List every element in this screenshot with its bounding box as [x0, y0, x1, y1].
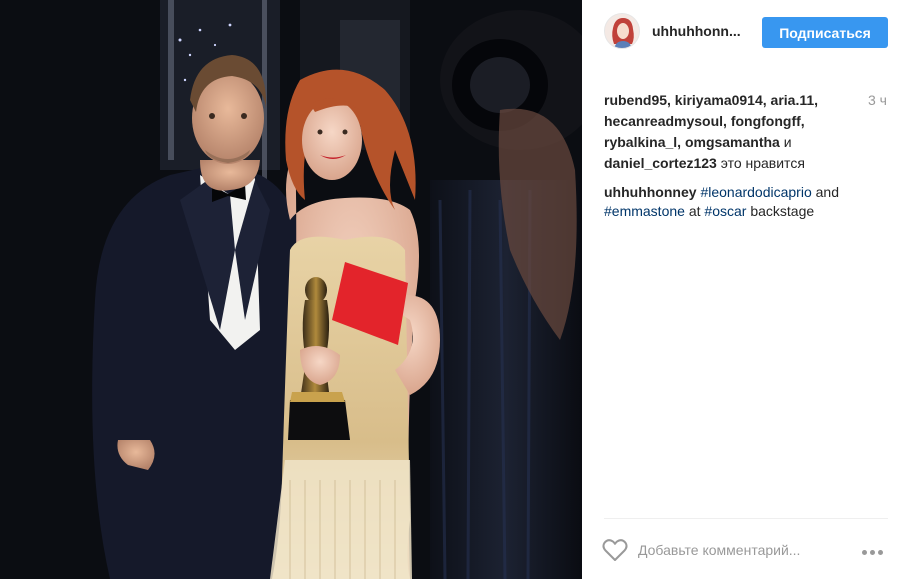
follow-button[interactable]: Подписаться [762, 17, 888, 48]
avatar-icon [605, 14, 639, 48]
likes-line-2[interactable]: hecanreadmysoul, fongfongff, [604, 113, 805, 129]
hashtag-oscar[interactable]: #oscar [704, 203, 746, 219]
heart-icon[interactable] [602, 538, 628, 562]
comment-input[interactable] [638, 539, 848, 561]
post-header: uhhuhhonn... Подписаться [582, 0, 900, 62]
likes-and: и [779, 134, 792, 150]
comment-bar [582, 519, 900, 579]
caption-and: and [811, 184, 839, 200]
likes-suffix: это нравится [716, 155, 805, 171]
hashtag-emmastone[interactable]: #emmastone [604, 203, 685, 219]
avatar[interactable] [604, 13, 640, 49]
caption-at: at [684, 203, 705, 219]
liker-rybalkina[interactable]: rybalkina_l [604, 134, 677, 150]
instagram-post: uhhuhhonn... Подписаться rubend95, kiriy… [0, 0, 900, 579]
post-photo[interactable] [0, 0, 582, 579]
post-timestamp[interactable]: 3 ч [868, 92, 887, 108]
post-side-panel: uhhuhhonn... Подписаться rubend95, kiriy… [582, 0, 900, 579]
likes-separator: , [677, 134, 685, 150]
liker-omgsamantha[interactable]: omgsamantha [685, 134, 780, 150]
likes-line-1[interactable]: rubend95, kiriyama0914, aria.11, [604, 92, 818, 108]
liker-daniel-cortez[interactable]: daniel_cortez123 [604, 155, 717, 171]
post-caption: uhhuhhonney #leonardodicaprio and #emmas… [604, 183, 884, 221]
caption-tail: backstage [746, 203, 815, 219]
likes-summary: rubend95, kiriyama0914, aria.11, hecanre… [604, 90, 844, 174]
caption-username[interactable]: uhhuhhonney [604, 184, 697, 200]
post-author-username[interactable]: uhhuhhonn... [652, 23, 741, 39]
hashtag-leonardodicaprio[interactable]: #leonardodicaprio [700, 184, 811, 200]
more-options-icon[interactable] [862, 542, 890, 556]
photo-illustration [0, 0, 582, 579]
